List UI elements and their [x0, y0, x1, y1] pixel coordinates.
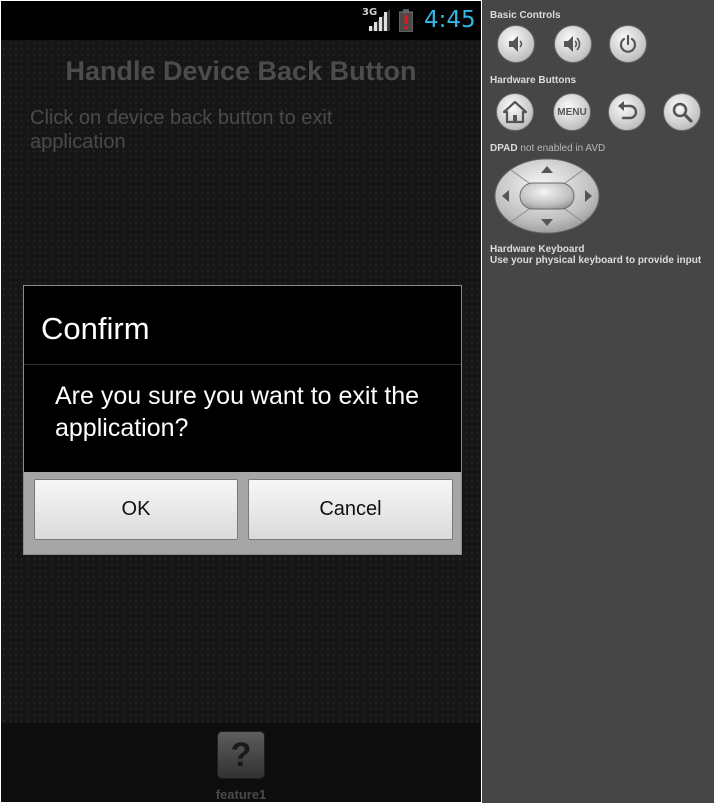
volume-down-icon — [509, 36, 523, 52]
menu-button[interactable]: MENU — [553, 93, 591, 131]
hardware-keyboard-heading: Hardware Keyboard — [490, 244, 585, 255]
home-icon — [502, 100, 528, 124]
dpad-label: DPAD — [490, 143, 518, 154]
volume-down-button[interactable] — [497, 25, 535, 63]
bottom-bar: ? feature1 — [1, 723, 481, 802]
menu-button-label: MENU — [557, 106, 587, 118]
dpad[interactable] — [494, 158, 600, 234]
home-button[interactable] — [496, 93, 534, 131]
volume-up-button[interactable] — [554, 25, 592, 63]
back-icon — [618, 101, 638, 120]
feature1-label[interactable]: feature1 — [1, 787, 481, 802]
emulator-window: 3G 4:45 Handle Device Back Button Click … — [0, 0, 714, 803]
hardware-buttons-heading: Hardware Buttons — [490, 75, 577, 86]
emulator-controls-panel: Basic Controls Hardware Buttons MENU DPA… — [482, 0, 714, 803]
search-icon — [672, 102, 693, 123]
dialog-title: Confirm — [41, 311, 150, 346]
power-button[interactable] — [609, 25, 647, 63]
page-title: Handle Device Back Button — [65, 56, 417, 86]
confirm-dialog: Confirm Are you sure you want to exit th… — [23, 285, 462, 555]
clock: 4:45 — [424, 7, 476, 33]
feature1-icon[interactable]: ? — [217, 731, 265, 779]
status-bar: 3G 4:45 — [1, 1, 481, 40]
page-description: Click on device back button to exit appl… — [30, 107, 333, 153]
search-button[interactable] — [663, 93, 701, 131]
power-icon — [619, 34, 637, 53]
dpad-heading: DPAD not enabled in AVD — [490, 143, 605, 154]
dialog-divider — [24, 364, 461, 365]
hardware-keyboard-note: Use your physical keyboard to provide in… — [490, 255, 702, 266]
basic-controls-heading: Basic Controls — [490, 10, 561, 21]
volume-up-icon — [564, 36, 581, 52]
back-button[interactable] — [608, 93, 646, 131]
dpad-note: not enabled in AVD — [520, 143, 606, 154]
battery-alert-icon — [399, 9, 413, 32]
ok-button[interactable]: OK — [34, 479, 238, 540]
cancel-button[interactable]: Cancel — [248, 479, 453, 540]
signal-icon — [368, 9, 390, 31]
dialog-message: Are you sure you want to exit the applic… — [55, 382, 420, 442]
phone-screen: 3G 4:45 Handle Device Back Button Click … — [1, 1, 481, 802]
dialog-button-bar: OK Cancel — [24, 472, 461, 554]
